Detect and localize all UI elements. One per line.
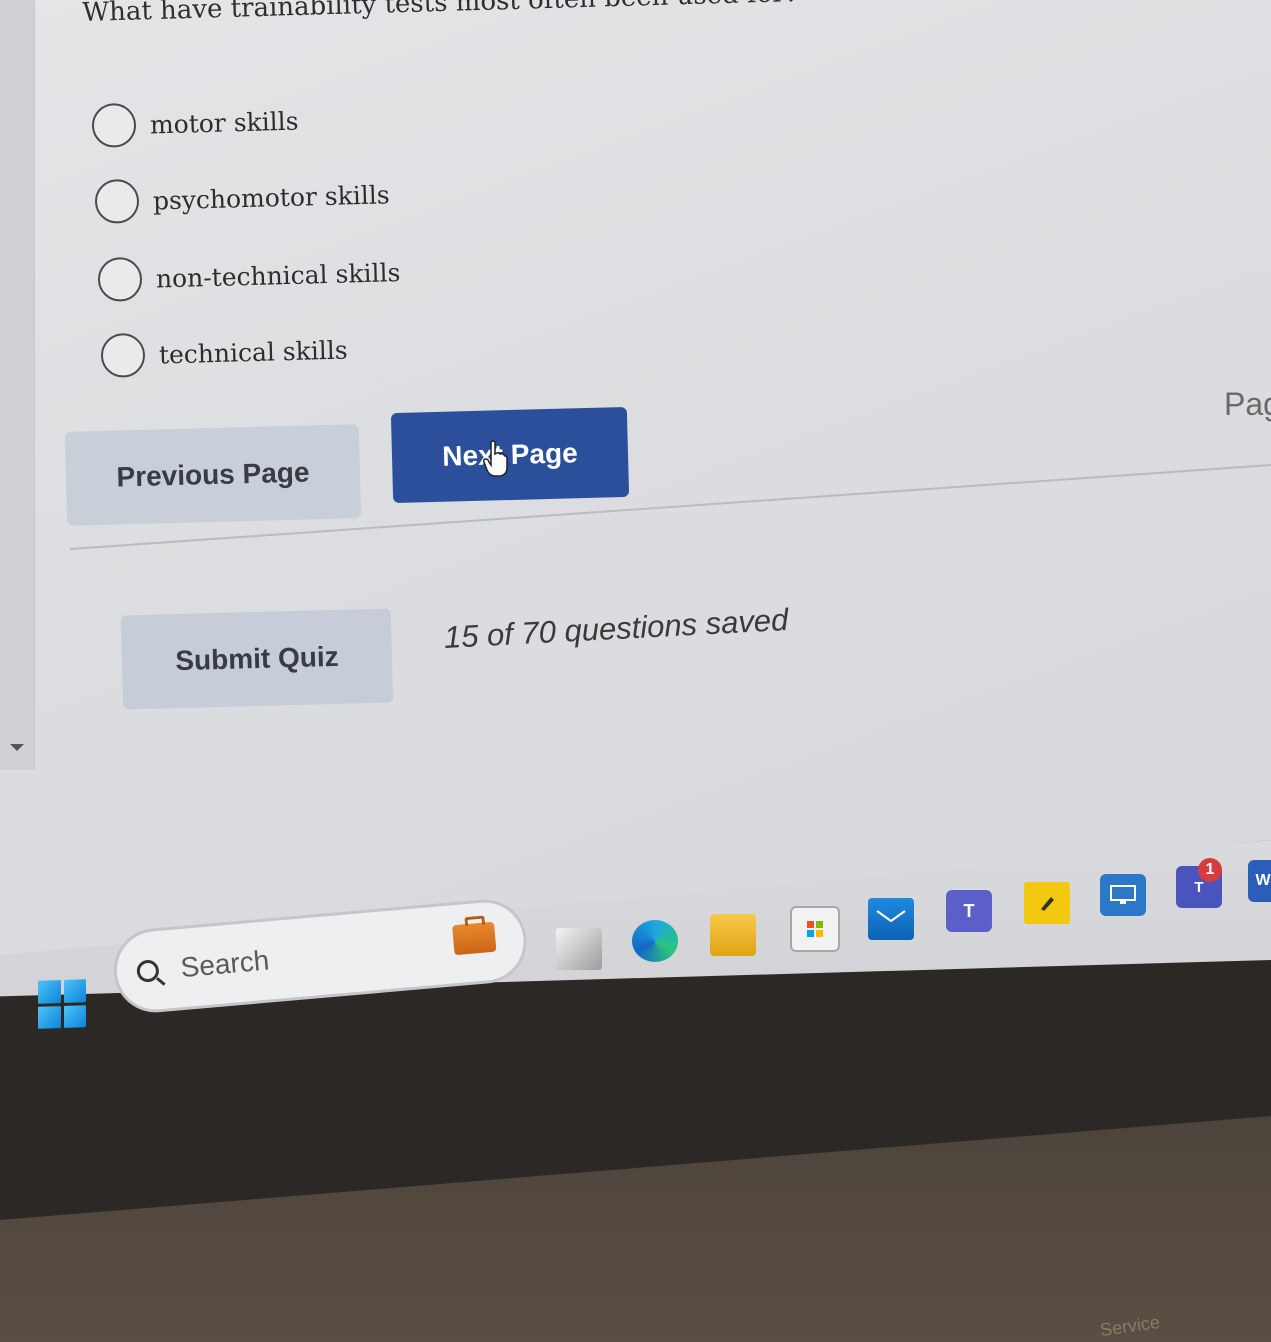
windows-logo-icon: [38, 980, 61, 1004]
option-non-technical-skills[interactable]: non-technical skills: [97, 250, 401, 302]
search-icon: [135, 959, 160, 983]
previous-page-button[interactable]: Previous Page: [64, 424, 362, 526]
task-view-icon[interactable]: [556, 928, 602, 970]
radio-button[interactable]: [100, 332, 146, 378]
page-label: Pag: [1224, 386, 1271, 422]
screen: What have trainability tests most often …: [0, 0, 1271, 1342]
word-icon[interactable]: W: [1248, 860, 1271, 902]
briefcase-icon[interactable]: [452, 921, 497, 956]
option-label: motor skills: [149, 106, 299, 139]
envelope-icon: [876, 910, 906, 923]
option-label: non-technical skills: [155, 257, 401, 293]
option-label: psychomotor skills: [152, 179, 390, 215]
option-motor-skills[interactable]: motor skills: [91, 99, 299, 148]
collapse-arrow-icon[interactable]: [10, 744, 24, 751]
hand-cursor-icon: [483, 440, 508, 477]
monitor-icon: [1110, 885, 1136, 904]
windows-logo-icon: [63, 979, 86, 1003]
store-grid-icon: [807, 921, 823, 937]
sticky-notes-icon[interactable]: [1024, 882, 1070, 924]
submit-quiz-button[interactable]: Submit Quiz: [120, 608, 394, 710]
mail-icon[interactable]: [868, 898, 914, 940]
notification-badge: 1: [1198, 858, 1222, 882]
radio-button[interactable]: [91, 102, 137, 148]
option-psychomotor-skills[interactable]: psychomotor skills: [94, 172, 390, 224]
teams-icon[interactable]: T: [946, 890, 992, 932]
windows-logo-icon: [63, 1004, 86, 1028]
next-page-button[interactable]: Next Page: [390, 406, 630, 504]
option-technical-skills[interactable]: technical skills: [100, 328, 348, 378]
device-label: Service: [1098, 1311, 1162, 1341]
radio-button[interactable]: [97, 256, 143, 302]
remote-desktop-icon[interactable]: [1100, 874, 1146, 916]
radio-button[interactable]: [94, 178, 140, 224]
search-placeholder: Search: [179, 944, 271, 984]
windows-logo-icon: [38, 1005, 61, 1029]
store-icon[interactable]: [790, 906, 840, 952]
option-label: technical skills: [158, 335, 348, 369]
start-button[interactable]: [38, 979, 86, 1029]
edge-icon[interactable]: [632, 920, 678, 962]
pen-icon: [1041, 897, 1054, 911]
left-rail: [0, 0, 35, 770]
file-explorer-icon[interactable]: [710, 914, 756, 956]
